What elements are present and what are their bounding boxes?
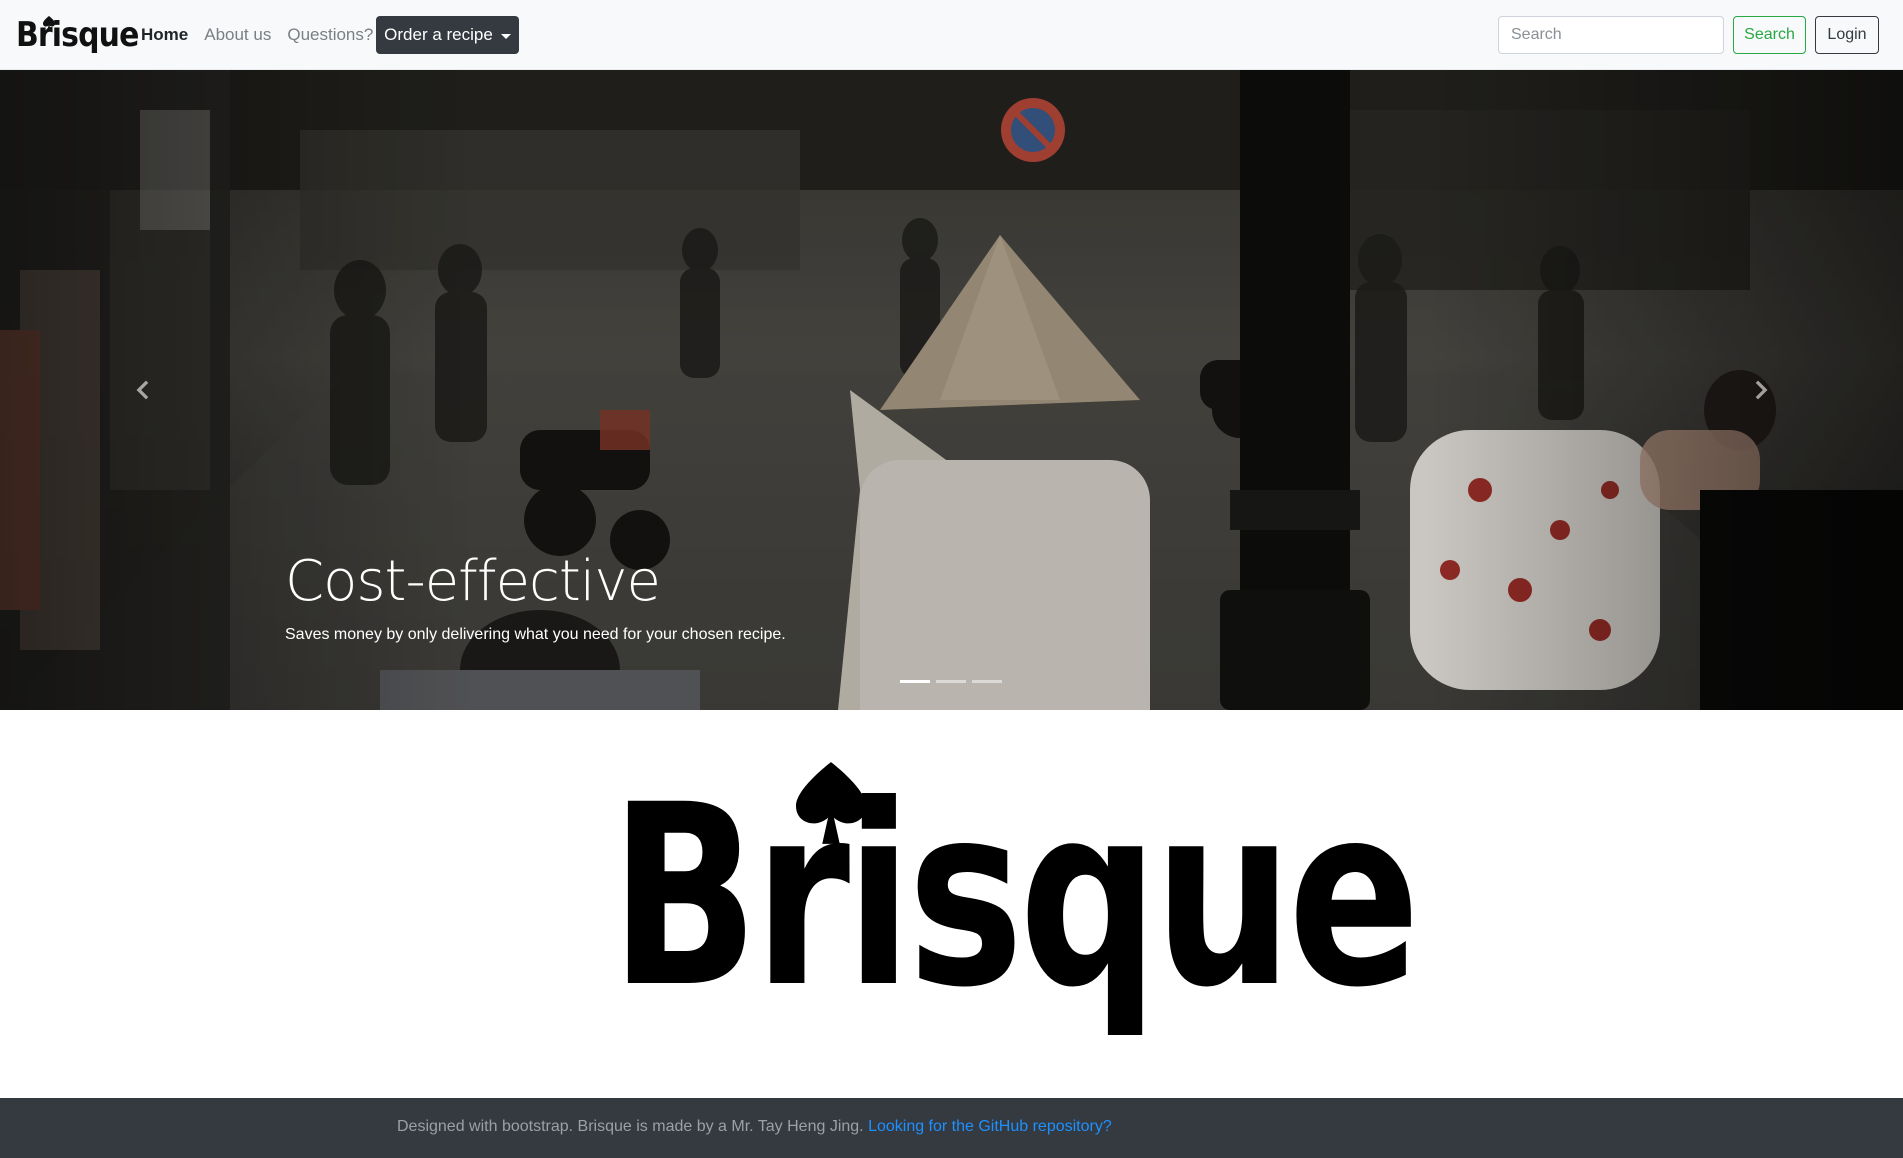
chevron-left-icon <box>136 380 148 400</box>
hero-carousel: Cost-effective Saves money by only deliv… <box>0 70 1903 710</box>
logo-text: Brisque <box>610 751 1420 1042</box>
top-navbar: Brisque Home About us Questions? Order a… <box>0 0 1903 70</box>
search-input[interactable] <box>1498 16 1724 54</box>
spade-icon <box>796 762 866 844</box>
order-recipe-dropdown[interactable]: Order a recipe <box>376 16 519 54</box>
nav-link-about[interactable]: About us <box>204 25 271 45</box>
slide-title: Cost-effective <box>285 549 661 614</box>
brand-logo[interactable]: Brisque <box>16 14 155 56</box>
brisque-logo-large: Brisque <box>610 752 1420 1022</box>
page-footer: Designed with bootstrap. Brisque is made… <box>0 1098 1903 1158</box>
carousel-caption: Cost-effective Saves money by only deliv… <box>285 550 786 644</box>
carousel-indicator-2[interactable] <box>936 680 966 683</box>
carousel-next-control[interactable] <box>1618 70 1903 710</box>
chevron-right-icon <box>1755 380 1767 400</box>
carousel-indicator-3[interactable] <box>972 680 1002 683</box>
login-button[interactable]: Login <box>1815 16 1879 54</box>
brand-text: Brisque <box>16 15 139 55</box>
caret-down-icon <box>500 33 511 39</box>
footer-credits: Designed with bootstrap. Brisque is made… <box>397 1118 869 1135</box>
github-repo-link[interactable]: Looking for the GitHub repository? <box>868 1118 1112 1135</box>
carousel-prev-control[interactable] <box>0 70 285 710</box>
nav-link-questions[interactable]: Questions? <box>287 25 373 45</box>
nav-link-home[interactable]: Home <box>141 25 188 45</box>
carousel-indicator-1[interactable] <box>900 680 930 683</box>
carousel-indicators <box>900 680 1002 683</box>
nav-links: Home About us Questions? <box>141 0 389 70</box>
search-button[interactable]: Search <box>1733 16 1806 54</box>
slide-text: Saves money by only delivering what you … <box>285 626 786 643</box>
order-recipe-label: Order a recipe <box>384 25 493 44</box>
footer-text: Designed with bootstrap. Brisque is made… <box>397 1118 1112 1136</box>
spade-icon <box>43 16 55 30</box>
